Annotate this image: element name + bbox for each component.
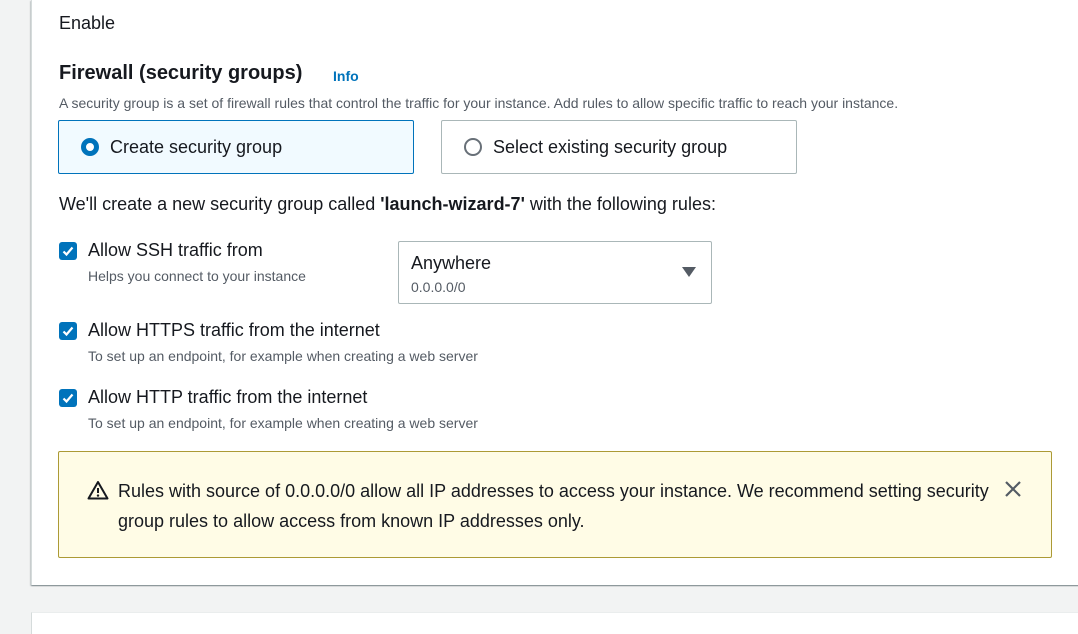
checkmark-icon (62, 393, 74, 404)
ssh-source-value: Anywhere (411, 253, 492, 273)
ssh-checkbox[interactable] (59, 242, 77, 260)
https-rule-description: To set up an endpoint, for example when … (88, 348, 478, 364)
ssh-rule-label: Allow SSH traffic from (88, 240, 263, 260)
http-rule-label: Allow HTTP traffic from the internet (88, 387, 368, 407)
select-existing-security-group-label: Select existing security group (493, 136, 728, 157)
create-note-suffix: with the following rules: (524, 194, 716, 214)
select-existing-security-group-option[interactable]: Select existing security group (441, 120, 797, 174)
warning-alert-text: Rules with source of 0.0.0.0/0 allow all… (118, 481, 989, 531)
enable-label: Enable (59, 13, 116, 33)
ssh-source-select[interactable]: Anywhere 0.0.0.0/0 (398, 241, 712, 304)
firewall-title: Firewall (security groups) (59, 62, 303, 84)
create-note: We'll create a new security group called… (59, 194, 716, 215)
caret-down-icon (682, 267, 696, 277)
http-checkbox[interactable] (59, 389, 77, 407)
ssh-source-cidr: 0.0.0.0/0 (411, 279, 466, 295)
radio-selected-icon[interactable] (81, 138, 99, 156)
next-panel (31, 612, 1078, 634)
create-security-group-label: Create security group (110, 136, 283, 157)
close-icon[interactable] (1003, 479, 1023, 499)
create-note-prefix: We'll create a new security group called (59, 194, 381, 214)
ssh-rule-description: Helps you connect to your instance (88, 268, 306, 284)
http-rule-description: To set up an endpoint, for example when … (88, 415, 478, 431)
warning-icon (87, 481, 109, 500)
warning-alert: Rules with source of 0.0.0.0/0 allow all… (58, 451, 1052, 558)
firewall-description: A security group is a set of firewall ru… (59, 95, 899, 111)
https-rule-label: Allow HTTPS traffic from the internet (88, 320, 380, 340)
checkmark-icon (62, 246, 74, 257)
checkmark-icon (62, 326, 74, 337)
https-checkbox[interactable] (59, 322, 77, 340)
info-link[interactable]: Info (333, 68, 359, 84)
create-security-group-option[interactable]: Create security group (58, 120, 414, 174)
security-group-name: 'launch-wizard-7' (380, 194, 525, 214)
radio-unselected-icon[interactable] (464, 138, 482, 156)
